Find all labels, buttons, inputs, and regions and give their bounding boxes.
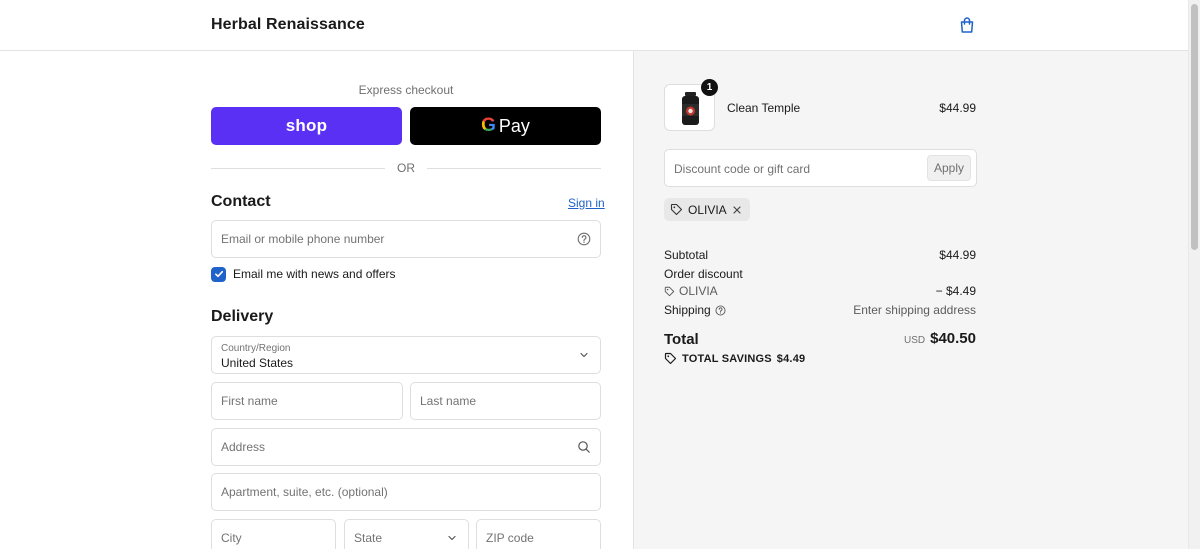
subtotal-value: $44.99 [939,248,976,262]
discount-code-label: OLIVIA [679,284,718,298]
email-field[interactable]: Email or mobile phone number [211,220,601,258]
brand-title[interactable]: Herbal Renaissance [211,16,365,34]
newsletter-label: Email me with news and offers [233,267,396,281]
shop-pay-logo-text: shop [285,116,328,135]
tag-icon [664,286,675,296]
or-divider: OR [211,160,601,176]
divider-line-right [427,168,601,169]
help-circle-icon[interactable] [577,232,591,246]
help-circle-icon[interactable] [715,304,726,316]
country-value: United States [221,356,294,370]
apartment-field[interactable]: Apartment, suite, etc. (optional) [211,473,601,511]
express-checkout-label: Express checkout [358,83,454,97]
order-discount-label: Order discount [664,267,743,281]
first-name-placeholder: First name [221,394,278,408]
savings-value: $4.49 [776,352,806,365]
last-name-placeholder: Last name [420,394,477,408]
total-value: USD $40.50 [904,330,976,347]
tag-icon [664,352,677,365]
product-price: $44.99 [939,101,976,115]
apartment-placeholder: Apartment, suite, etc. (optional) [221,485,388,499]
shipping-row: Shipping [664,303,726,317]
shop-pay-button[interactable]: shop [211,107,402,145]
email-placeholder: Email or mobile phone number [221,232,385,246]
city-placeholder: City [221,531,242,545]
google-pay-label: Pay [498,115,530,136]
google-g-icon: G [481,115,496,136]
total-label: Total [664,331,699,348]
total-savings: TOTAL SAVINGS $4.49 [664,352,805,365]
zip-placeholder: ZIP code [486,531,534,545]
order-summary-panel [633,51,1188,549]
delivery-heading: Delivery [211,308,274,325]
last-name-field[interactable]: Last name [410,382,601,420]
discount-code-row: OLIVIA [664,284,718,298]
address-placeholder: Address [221,440,266,454]
total-amount: $40.50 [930,330,976,347]
sign-in-link[interactable]: Sign in [568,196,605,210]
state-placeholder: State [354,531,383,545]
search-icon [578,441,590,453]
address-field[interactable]: Address [211,428,601,466]
scrollbar-thumb[interactable] [1191,4,1198,250]
discount-value: − $4.49 [935,284,976,298]
applied-code-label: OLIVIA [688,202,727,217]
quantity-badge: 1 [701,79,718,96]
shipping-label: Shipping [664,303,711,317]
chevron-down-icon [580,352,588,358]
state-select[interactable]: State [344,519,469,549]
zip-field[interactable]: ZIP code [476,519,601,549]
product-name: Clean Temple [727,101,801,115]
total-currency: USD [903,335,926,346]
google-pay-button[interactable]: G Pay [410,107,601,145]
discount-placeholder: Discount code or gift card [674,162,811,176]
tag-icon [670,203,683,216]
country-select[interactable]: Country/Region United States [211,336,601,374]
page-scrollbar[interactable] [1188,0,1200,549]
newsletter-checkbox[interactable] [211,266,226,282]
chevron-down-icon [448,535,456,541]
checkmark-icon [214,270,223,278]
applied-discount-chip: OLIVIA [664,198,750,221]
city-field[interactable]: City [211,519,336,549]
apply-discount-button[interactable]: Apply [927,155,971,181]
discount-code-field[interactable]: Discount code or gift card Apply [664,149,977,187]
country-label: Country/Region [221,343,291,354]
shipping-value: Enter shipping address [853,303,976,317]
newsletter-option[interactable]: Email me with news and offers [211,266,396,282]
remove-discount-icon[interactable] [732,205,742,215]
contact-heading: Contact [211,193,271,210]
subtotal-label: Subtotal [664,248,709,262]
first-name-field[interactable]: First name [211,382,403,420]
savings-label: TOTAL SAVINGS [682,352,772,365]
shopping-bag-icon[interactable] [958,16,976,34]
site-header: Herbal Renaissance [0,0,1188,51]
